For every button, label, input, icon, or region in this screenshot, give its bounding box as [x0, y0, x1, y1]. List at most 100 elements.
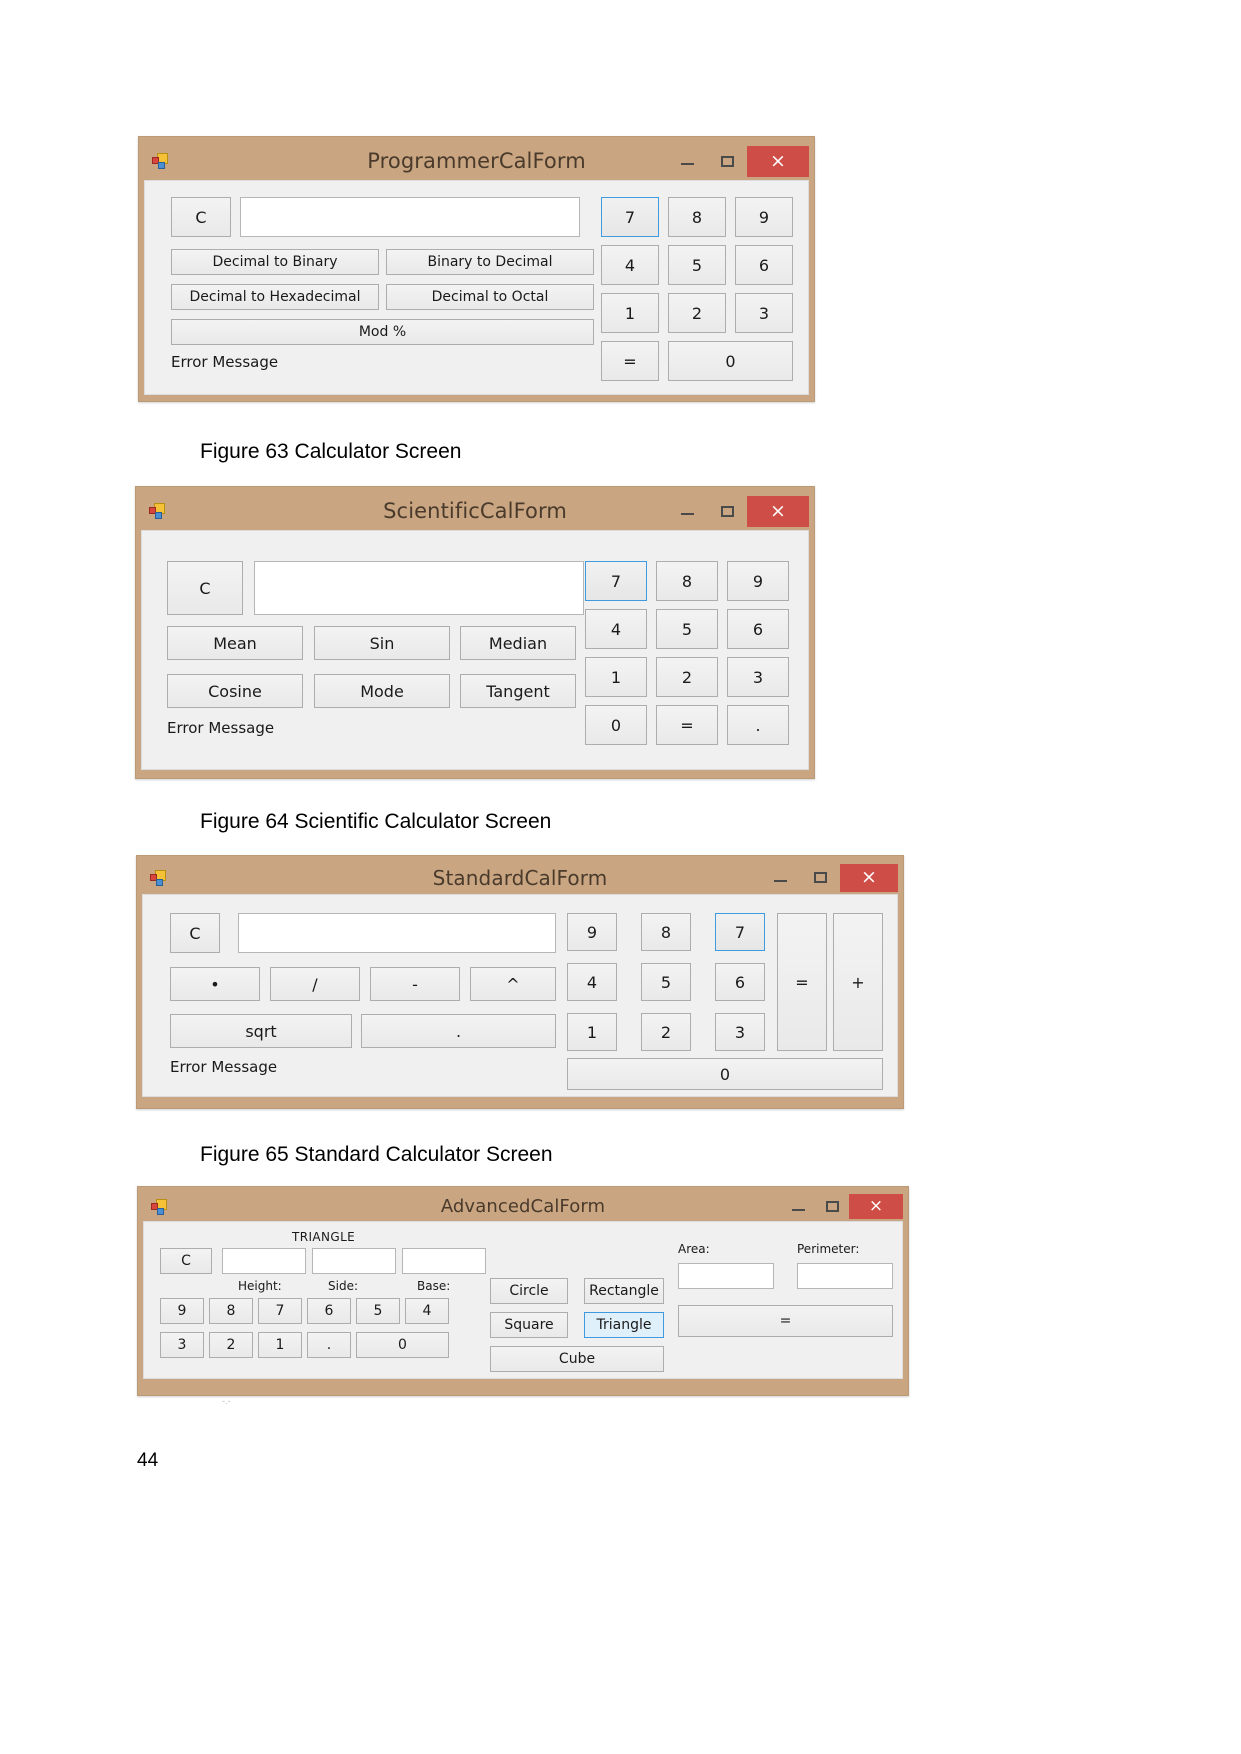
key-1[interactable]: 1 — [258, 1332, 302, 1358]
display-input[interactable] — [240, 197, 580, 237]
key-0[interactable]: 0 — [567, 1058, 883, 1090]
close-button[interactable]: × — [747, 495, 809, 527]
key-8[interactable]: 8 — [209, 1298, 253, 1324]
key-3[interactable]: 3 — [160, 1332, 204, 1358]
key-5[interactable]: 5 — [356, 1298, 400, 1324]
key-8[interactable]: 8 — [656, 561, 718, 601]
mean-button[interactable]: Mean — [167, 626, 303, 660]
key-2[interactable]: 2 — [209, 1332, 253, 1358]
minimize-button[interactable] — [781, 1192, 815, 1221]
binary-to-decimal-button[interactable]: Binary to Decimal — [386, 249, 594, 275]
equals-button[interactable]: = — [601, 341, 659, 381]
maximize-button[interactable] — [800, 861, 840, 894]
side-input[interactable] — [312, 1248, 396, 1274]
rectangle-button[interactable]: Rectangle — [584, 1278, 664, 1304]
key-4[interactable]: 4 — [585, 609, 647, 649]
equals-button[interactable]: = — [656, 705, 718, 745]
scientific-body: C Mean Sin Median Cosine Mode Tangent Er… — [141, 530, 809, 770]
minimize-button[interactable] — [667, 492, 707, 530]
key-8[interactable]: 8 — [668, 197, 726, 237]
square-button[interactable]: Square — [490, 1312, 568, 1338]
key-2[interactable]: 2 — [641, 1013, 691, 1051]
tangent-button[interactable]: Tangent — [460, 674, 576, 708]
area-input[interactable] — [678, 1263, 774, 1289]
key-6[interactable]: 6 — [727, 609, 789, 649]
key-1[interactable]: 1 — [601, 293, 659, 333]
key-7[interactable]: 7 — [585, 561, 647, 601]
key-1[interactable]: 1 — [567, 1013, 617, 1051]
key-6[interactable]: 6 — [735, 245, 793, 285]
sqrt-button[interactable]: sqrt — [170, 1014, 352, 1048]
triangle-button[interactable]: Triangle — [584, 1312, 664, 1338]
key-8[interactable]: 8 — [641, 913, 691, 951]
minus-button[interactable]: - — [370, 967, 460, 1001]
app-icon — [151, 1198, 167, 1215]
key-3[interactable]: 3 — [715, 1013, 765, 1051]
mod-button[interactable]: Mod % — [171, 319, 594, 345]
maximize-button[interactable] — [707, 492, 747, 530]
close-button[interactable]: × — [747, 145, 809, 177]
perimeter-input[interactable] — [797, 1263, 893, 1289]
divide-button[interactable]: / — [270, 967, 360, 1001]
median-button[interactable]: Median — [460, 626, 576, 660]
decimal-to-binary-button[interactable]: Decimal to Binary — [171, 249, 379, 275]
cosine-button[interactable]: Cosine — [167, 674, 303, 708]
key-1[interactable]: 1 — [585, 657, 647, 697]
minimize-button[interactable] — [760, 861, 800, 894]
maximize-button[interactable] — [707, 142, 747, 180]
key-0[interactable]: 0 — [668, 341, 793, 381]
maximize-button[interactable] — [815, 1192, 849, 1221]
key-5[interactable]: 5 — [668, 245, 726, 285]
key-6[interactable]: 6 — [307, 1298, 351, 1324]
cube-button[interactable]: Cube — [490, 1346, 664, 1372]
key-9[interactable]: 9 — [160, 1298, 204, 1324]
key-4[interactable]: 4 — [567, 963, 617, 1001]
clear-button[interactable]: C — [171, 197, 231, 237]
decimal-to-octal-button[interactable]: Decimal to Octal — [386, 284, 594, 310]
key-3[interactable]: 3 — [727, 657, 789, 697]
clear-button[interactable]: C — [167, 561, 243, 615]
key-2[interactable]: 2 — [668, 293, 726, 333]
key-4[interactable]: 4 — [405, 1298, 449, 1324]
key-9[interactable]: 9 — [735, 197, 793, 237]
mode-button[interactable]: Mode — [314, 674, 450, 708]
key-5[interactable]: 5 — [656, 609, 718, 649]
key-7[interactable]: 7 — [601, 197, 659, 237]
key-7[interactable]: 7 — [258, 1298, 302, 1324]
key-6[interactable]: 6 — [715, 963, 765, 1001]
key-9[interactable]: 9 — [567, 913, 617, 951]
key-7[interactable]: 7 — [715, 913, 765, 951]
display-input[interactable] — [238, 913, 556, 953]
programmer-body: C Decimal to Binary Binary to Decimal De… — [144, 180, 809, 395]
clear-button[interactable]: C — [160, 1248, 212, 1274]
close-button[interactable]: × — [849, 1194, 903, 1219]
base-input[interactable] — [402, 1248, 486, 1274]
standard-titlebar: StandardCalForm × — [142, 861, 898, 894]
key-5[interactable]: 5 — [641, 963, 691, 1001]
plus-button[interactable]: + — [833, 913, 883, 1051]
power-button[interactable]: ^ — [470, 967, 556, 1001]
page-number: 44 — [137, 1450, 159, 1471]
equals-button[interactable]: = — [777, 913, 827, 1051]
display-input[interactable] — [254, 561, 584, 615]
circle-button[interactable]: Circle — [490, 1278, 568, 1304]
sin-button[interactable]: Sin — [314, 626, 450, 660]
clear-button[interactable]: C — [170, 913, 220, 953]
key-0[interactable]: 0 — [356, 1332, 449, 1358]
equals-button[interactable]: = — [678, 1305, 893, 1337]
multiply-button[interactable]: • — [170, 967, 260, 1001]
height-input[interactable] — [222, 1248, 306, 1274]
decimal-point-button[interactable]: . — [727, 705, 789, 745]
decimal-point-button[interactable]: . — [361, 1014, 556, 1048]
key-9[interactable]: 9 — [727, 561, 789, 601]
scan-artifact: -.- — [222, 1396, 231, 1406]
app-icon — [149, 503, 165, 519]
minimize-button[interactable] — [667, 142, 707, 180]
key-3[interactable]: 3 — [735, 293, 793, 333]
key-0[interactable]: 0 — [585, 705, 647, 745]
close-button[interactable]: × — [840, 863, 898, 892]
key-4[interactable]: 4 — [601, 245, 659, 285]
decimal-to-hexadecimal-button[interactable]: Decimal to Hexadecimal — [171, 284, 379, 310]
key-2[interactable]: 2 — [656, 657, 718, 697]
decimal-point-button[interactable]: . — [307, 1332, 351, 1358]
